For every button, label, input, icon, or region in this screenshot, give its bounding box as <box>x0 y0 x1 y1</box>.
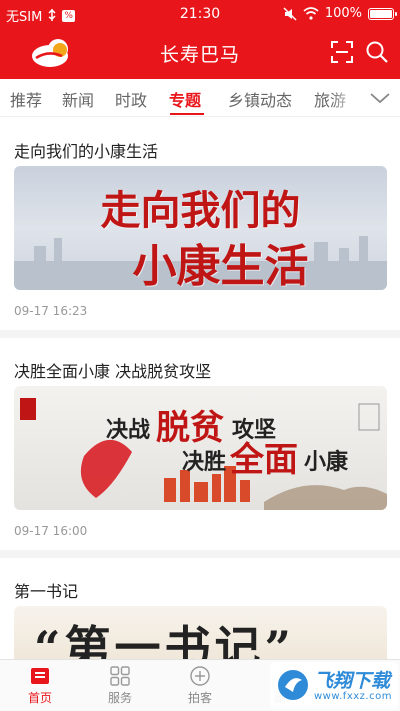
plus-circle-icon <box>190 666 210 686</box>
battery-icon <box>368 7 397 20</box>
image-text-win: 决胜 <box>182 450 227 475</box>
nav-label: 首页 <box>27 691 52 705</box>
nav-paike[interactable]: 拍客 <box>160 660 240 711</box>
nav-services[interactable]: 服务 <box>80 660 160 711</box>
nav-home[interactable]: 首页 <box>0 660 80 711</box>
article-image: 走向我们的 小康生活 <box>14 166 387 290</box>
wifi-icon <box>303 7 319 20</box>
tab-town-news[interactable]: 乡镇动态 <box>228 87 292 111</box>
nav-label: 服务 <box>107 691 132 705</box>
watermark-logo: 飞翔下载 www.fxxz.com <box>270 662 398 709</box>
tab-politics[interactable]: 时政 <box>115 87 147 111</box>
article-image: 决战 脱贫 攻坚 决胜 全面 小康 <box>14 386 387 510</box>
chevron-down-icon <box>370 93 390 104</box>
article-card[interactable]: 走向我们的小康生活 走向我们的 小康生活 09-17 16:23 <box>0 138 400 328</box>
article-time: 09-17 16:00 <box>14 524 88 538</box>
nav-label: 拍客 <box>187 691 212 705</box>
battery-percent: 100% <box>324 6 362 21</box>
app-bar: 长寿巴马 <box>0 28 400 79</box>
article-title: 走向我们的小康生活 <box>14 142 159 161</box>
image-headline-line1: 走向我们的 <box>100 187 301 234</box>
article-title: 第一书记 <box>14 582 79 601</box>
image-headline: “第一书记” <box>34 621 295 659</box>
watermark-url: www.fxxz.com <box>314 691 392 702</box>
tab-special[interactable]: 专题 <box>169 87 201 111</box>
divider <box>0 550 400 558</box>
home-icon <box>31 668 49 684</box>
image-headline-line2: 小康生活 <box>132 241 309 290</box>
status-bar: 无SIM % 21:30 100% <box>0 0 400 28</box>
expand-tabs-button[interactable] <box>362 79 400 116</box>
watermark-icon <box>278 670 308 700</box>
watermark-brand: 飞翔下载 <box>314 670 391 692</box>
divider <box>0 330 400 338</box>
article-title: 决胜全面小康 决战脱贫攻坚 <box>14 362 212 381</box>
article-time: 09-17 16:23 <box>14 304 88 318</box>
scan-icon[interactable] <box>331 41 353 63</box>
search-icon[interactable] <box>365 40 389 64</box>
header: 无SIM % 21:30 100% 长寿巴马 <box>0 0 400 79</box>
category-tabs: 推荐 新闻 时政 专题 乡镇动态 旅游 <box>0 79 400 117</box>
article-image: “第一书记” <box>14 606 387 659</box>
grid-icon <box>110 666 130 686</box>
tab-recommend[interactable]: 推荐 <box>10 87 42 111</box>
image-text-decisive: 决战 <box>106 418 151 443</box>
image-text-comprehensive: 全面 <box>230 440 298 480</box>
article-card[interactable]: 决胜全面小康 决战脱贫攻坚 决战 脱贫 攻坚 决胜 全面 小康 09-17 16… <box>0 358 400 548</box>
article-card[interactable]: 第一书记 “第一书记” <box>0 578 400 659</box>
active-tab-indicator <box>170 113 204 115</box>
mute-icon <box>283 6 297 21</box>
image-text-poverty: 脱贫 <box>156 408 224 448</box>
tab-news[interactable]: 新闻 <box>62 87 94 111</box>
image-text-prosperity: 小康 <box>304 450 349 475</box>
